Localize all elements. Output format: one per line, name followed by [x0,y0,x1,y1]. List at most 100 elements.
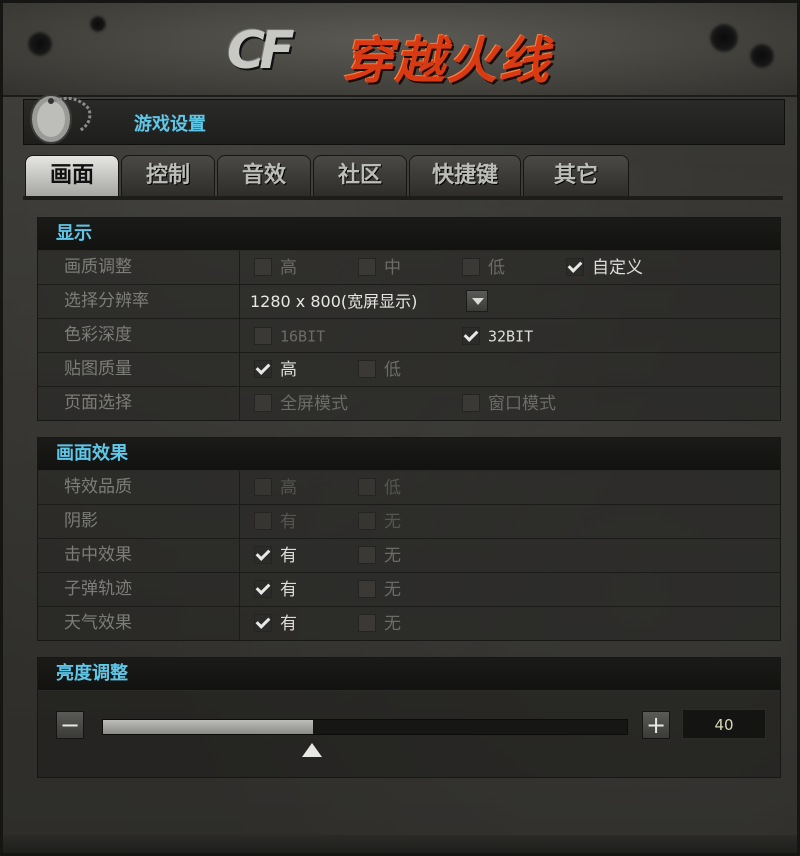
tab-other[interactable]: 其它 [523,155,629,196]
option-label: 低 [384,360,401,380]
resolution-select[interactable]: 1280 x 800(宽屏显示) [250,289,417,314]
row-label: 选择分辨率 [38,285,240,318]
hit-effect-on-checkbox[interactable]: 有 [254,545,297,567]
option-label: 高 [280,360,297,380]
checkbox-box[interactable] [254,614,272,632]
checkbox-box[interactable] [462,394,480,412]
tab-label: 快捷键 [431,163,498,188]
depth-16bit-checkbox[interactable]: 16BIT [254,325,325,347]
plus-icon: + [645,711,667,739]
checkbox-box[interactable] [254,360,272,378]
checkbox-box[interactable] [254,394,272,412]
option-label: 无 [384,614,401,634]
bullet-trail-on-checkbox[interactable]: 有 [254,579,297,601]
checkbox-box[interactable] [358,258,376,276]
option-label: 有 [280,580,297,600]
brightness-heading: 亮度调整 [38,658,780,691]
checkbox-box[interactable] [358,360,376,378]
hit-effect-row: 击中效果 有 无 [38,539,780,573]
option-label: 高 [280,478,297,498]
bullet-hole-decoration [711,25,737,51]
checkbox-box[interactable] [254,512,272,530]
quality-medium-checkbox[interactable]: 中 [358,257,401,279]
display-panel: 显示 画质调整 高 中 低 自定义 选择分辨率 1280 x 800(宽屏显示)… [37,217,781,421]
row-label: 击中效果 [38,539,240,572]
checkbox-box[interactable] [462,258,480,276]
tab-graphics[interactable]: 画面 [25,155,119,196]
tab-community[interactable]: 社区 [313,155,407,196]
bullet-hole-decoration [91,17,105,31]
brightness-slider-thumb[interactable] [301,743,322,757]
settings-window: CF 穿越火线 游戏设置 画面 控制 音效 社区 快捷键 其它 显示 画质调整 … [0,0,800,856]
brightness-slider-track[interactable] [102,719,628,735]
tab-sound[interactable]: 音效 [217,155,311,196]
tab-label: 其它 [553,163,598,188]
quality-row: 画质调整 高 中 低 自定义 [38,251,780,285]
effect-high-checkbox[interactable]: 高 [254,477,297,499]
option-label: 有 [280,546,297,566]
row-label: 特效品质 [38,471,240,504]
display-heading: 显示 [38,218,780,251]
brightness-decrease-button[interactable]: − [56,711,84,739]
brightness-slider-fill [103,720,313,734]
shadow-on-checkbox[interactable]: 有 [254,511,297,533]
effect-low-checkbox[interactable]: 低 [358,477,401,499]
option-label: 低 [488,258,505,278]
hit-effect-off-checkbox[interactable]: 无 [358,545,401,567]
option-label: 中 [384,258,401,278]
option-label: 高 [280,258,297,278]
checkbox-box[interactable] [254,580,272,598]
checkbox-box[interactable] [462,326,480,345]
weather-row: 天气效果 有 无 [38,607,780,640]
bullet-trail-off-checkbox[interactable]: 无 [358,579,401,601]
quality-high-checkbox[interactable]: 高 [254,257,297,279]
option-label: 32BIT [488,327,534,346]
game-logo: CF 穿越火线 [215,11,605,90]
option-label: 有 [280,614,297,634]
option-label: 自定义 [592,258,643,278]
option-label: 有 [280,512,297,532]
bullet-hole-decoration [751,45,773,67]
texture-low-checkbox[interactable]: 低 [358,359,401,381]
tab-controls[interactable]: 控制 [121,155,215,196]
settings-title-bar: 游戏设置 [23,99,785,145]
brightness-panel: 亮度调整 − + 40 [37,657,781,778]
tab-divider [23,196,783,200]
fullscreen-checkbox[interactable]: 全屏模式 [254,393,348,415]
checkbox-box[interactable] [358,512,376,530]
option-label: 无 [384,546,401,566]
windowed-checkbox[interactable]: 窗口模式 [462,393,556,415]
shadow-off-checkbox[interactable]: 无 [358,511,401,533]
checkbox-box[interactable] [254,478,272,496]
weather-off-checkbox[interactable]: 无 [358,613,401,635]
quality-custom-checkbox[interactable]: 自定义 [566,257,643,279]
checkbox-box[interactable] [358,580,376,598]
texture-high-checkbox[interactable]: 高 [254,359,297,381]
checkbox-box[interactable] [358,478,376,496]
row-label: 贴图质量 [38,353,240,386]
depth-32bit-checkbox[interactable]: 32BIT [462,325,533,347]
quality-low-checkbox[interactable]: 低 [462,257,505,279]
resolution-row: 选择分辨率 1280 x 800(宽屏显示) [38,285,780,319]
checkbox-box[interactable] [566,258,584,276]
brightness-increase-button[interactable]: + [642,711,670,739]
tab-label: 画面 [49,163,94,188]
checkbox-box[interactable] [358,546,376,564]
checkbox-box[interactable] [254,546,272,564]
row-label: 页面选择 [38,387,240,420]
tab-hotkeys[interactable]: 快捷键 [409,155,521,196]
brightness-control: − + 40 [38,691,780,777]
option-label: 全屏模式 [280,394,348,414]
header-banner: CF 穿越火线 [3,3,797,97]
shadow-row: 阴影 有 无 [38,505,780,539]
row-label: 子弹轨迹 [38,573,240,606]
weather-on-checkbox[interactable]: 有 [254,613,297,635]
tab-label: 社区 [337,163,382,188]
checkbox-box[interactable] [358,614,376,632]
chevron-down-icon[interactable] [466,290,488,312]
row-label: 阴影 [38,505,240,538]
row-label: 画质调整 [38,251,240,284]
checkbox-box[interactable] [254,326,272,345]
checkbox-box[interactable] [254,258,272,276]
brightness-value-field[interactable]: 40 [682,709,766,739]
